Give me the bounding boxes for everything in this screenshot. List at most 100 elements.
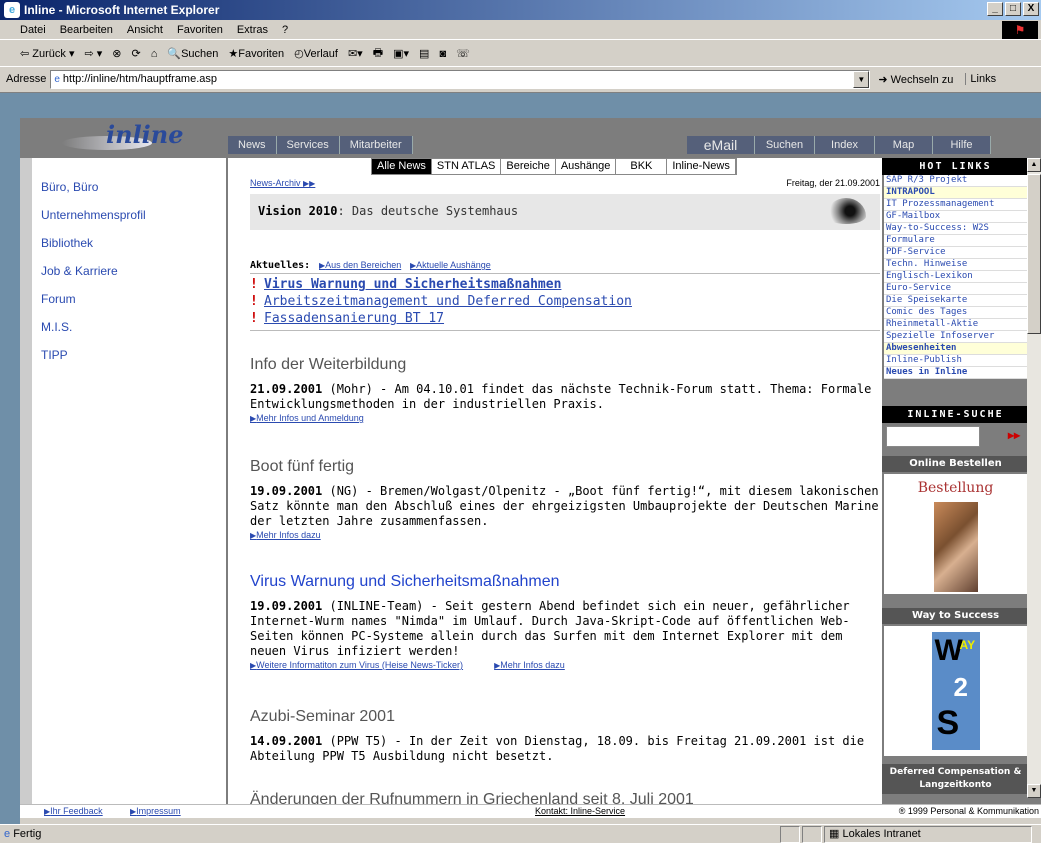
alert-link-virus[interactable]: ! Virus Warnung und Sicherheitsmaßnahmen — [250, 277, 561, 292]
tab-stn-atlas[interactable]: STN ATLAS — [431, 159, 502, 174]
address-dropdown-icon[interactable]: ▼ — [853, 70, 870, 88]
alert-link-fassade[interactable]: ! Fassadensanierung BT 17 — [250, 311, 444, 326]
hot-link[interactable]: Euro-Service — [884, 283, 1029, 295]
stop-icon[interactable]: ⊗ — [112, 47, 121, 60]
bestellung-promo[interactable]: Bestellung — [884, 474, 1027, 594]
menu-bar: Datei Bearbeiten Ansicht Favoriten Extra… — [0, 20, 1041, 40]
hot-link[interactable]: PDF-Service — [884, 247, 1029, 259]
nav-news[interactable]: News — [228, 136, 277, 154]
article-link[interactable]: ▶Mehr Infos dazu — [494, 660, 565, 670]
news-archiv-link[interactable]: News-Archiv ▶▶ — [250, 178, 315, 188]
menu-favoriten[interactable]: Favoriten — [177, 24, 223, 36]
hot-link[interactable]: Englisch-Lexikon — [884, 271, 1029, 283]
w2s-promo[interactable]: W 2 S AY — [884, 626, 1027, 756]
link-aus-den-bereichen[interactable]: ▶Aus den Bereichen — [319, 260, 401, 270]
nav-hilfe[interactable]: Hilfe — [933, 136, 991, 154]
hot-link[interactable]: GF-Mailbox — [884, 211, 1029, 223]
alert-link-arbeitszeit[interactable]: ! Arbeitszeitmanagement und Deferred Comp… — [250, 294, 632, 309]
menu-datei[interactable]: Datei — [20, 24, 46, 36]
impressum-link[interactable]: ▶Impressum — [130, 806, 181, 816]
menu-mis[interactable]: M.I.S. — [41, 320, 72, 334]
nav-map[interactable]: Map — [875, 136, 933, 154]
edit-icon[interactable]: ▣▾ — [393, 47, 409, 60]
tab-aushaenge[interactable]: Aushänge — [555, 159, 617, 174]
discuss-icon[interactable]: ▤ — [419, 47, 429, 60]
page-icon: e — [54, 73, 60, 85]
back-button[interactable]: ⇦ Zurück ▾ — [20, 47, 74, 60]
hot-link[interactable]: IT Prozessmanagement — [884, 199, 1029, 211]
search-button[interactable]: 🔍Suchen — [167, 47, 218, 60]
hot-link[interactable]: Spezielle Infoserver — [884, 331, 1029, 343]
refresh-icon[interactable]: ⟳ — [131, 47, 140, 60]
tab-inline-news[interactable]: Inline-News — [667, 159, 736, 174]
extra-icon[interactable]: ☏ — [456, 47, 470, 60]
vision-banner[interactable]: Vision 2010: Das deutsche Systemhaus — [250, 194, 880, 230]
print-icon[interactable]: 🖶 — [373, 44, 383, 63]
hot-link[interactable]: Die Speisekarte — [884, 295, 1029, 307]
hot-link[interactable]: Techn. Hinweise — [884, 259, 1029, 271]
menu-help[interactable]: ? — [282, 24, 288, 36]
menu-bearbeiten[interactable]: Bearbeiten — [60, 24, 113, 36]
mail-icon[interactable]: ✉▾ — [348, 47, 363, 60]
address-input[interactable]: e http://inline/htm/hauptframe.asp ▼ — [50, 69, 871, 89]
history-button[interactable]: ◴Verlauf — [294, 47, 338, 60]
menu-ansicht[interactable]: Ansicht — [127, 24, 163, 36]
hot-link[interactable]: Formulare — [884, 235, 1029, 247]
hot-links-scrollbar[interactable]: ▲ ▼ — [1027, 158, 1041, 798]
site-logo[interactable]: inline — [62, 120, 222, 154]
home-icon[interactable]: ⌂ — [151, 48, 158, 60]
minimize-button[interactable]: _ — [987, 2, 1003, 16]
search-go-icon[interactable]: ▸▸ — [1008, 428, 1020, 442]
nav-suchen[interactable]: Suchen — [755, 136, 815, 154]
deferred-header: Deferred Compensation & Langzeitkonto — [882, 764, 1029, 794]
menu-tipp[interactable]: TIPP — [41, 348, 68, 362]
tab-alle-news[interactable]: Alle News — [372, 159, 432, 174]
hot-link[interactable]: SAP R/3 Projekt — [884, 175, 1029, 187]
tab-bkk[interactable]: BKK — [616, 159, 668, 174]
forward-button[interactable]: ⇨ ▾ — [84, 47, 102, 60]
menu-unternehmensprofil[interactable]: Unternehmensprofil — [41, 208, 146, 222]
status-text: e Fertig — [4, 828, 42, 840]
menu-forum[interactable]: Forum — [41, 292, 76, 306]
favorites-button[interactable]: ★Favoriten — [228, 47, 284, 60]
hot-link[interactable]: INTRAPOOL — [884, 187, 1029, 199]
menu-bibliothek[interactable]: Bibliothek — [41, 236, 93, 250]
article: Virus Warnung und Sicherheitsmaßnahmen 1… — [250, 573, 880, 671]
nav-index[interactable]: Index — [815, 136, 875, 154]
contact-link[interactable]: Kontakt: Inline-Service — [535, 806, 625, 816]
feedback-link[interactable]: ▶Ihr Feedback — [44, 806, 103, 816]
tab-bereiche[interactable]: Bereiche — [501, 159, 556, 174]
hot-link[interactable]: Inline-Publish — [884, 355, 1029, 367]
maximize-button[interactable]: □ — [1005, 2, 1021, 16]
hot-links-header: HOT LINKS — [882, 158, 1029, 175]
article-link[interactable]: ▶Mehr Infos und Anmeldung — [250, 413, 364, 423]
scroll-down-icon[interactable]: ▼ — [1027, 784, 1041, 798]
hot-link[interactable]: Way-to-Success: W2S — [884, 223, 1029, 235]
go-button[interactable]: ➜ Wechseln zu — [878, 73, 953, 86]
hot-link[interactable]: Rheinmetall-Aktie — [884, 319, 1029, 331]
nav-services[interactable]: Services — [276, 136, 340, 154]
scroll-up-icon[interactable]: ▲ — [1027, 158, 1041, 172]
links-button[interactable]: Links — [965, 73, 996, 85]
article-title[interactable]: Virus Warnung und Sicherheitsmaßnahmen — [250, 573, 880, 591]
article-title[interactable]: Info der Weiterbildung — [250, 356, 880, 374]
menu-buero[interactable]: Büro, Büro — [41, 180, 98, 194]
article-link[interactable]: ▶Weitere Informatiton zum Virus (Heise N… — [250, 660, 463, 670]
messenger-icon[interactable]: ◙ — [439, 48, 446, 60]
scroll-thumb[interactable] — [1027, 174, 1041, 334]
link-aktuelle-aushaenge[interactable]: ▶Aktuelle Aushänge — [410, 260, 491, 270]
article-link[interactable]: ▶Mehr Infos dazu — [250, 530, 321, 540]
hot-link[interactable]: Neues in Inline — [884, 367, 1029, 379]
close-button[interactable]: X — [1023, 2, 1039, 16]
nav-email[interactable]: eMail — [687, 136, 755, 154]
hot-link[interactable]: Abwesenheiten — [884, 343, 1029, 355]
hot-link[interactable]: Comic des Tages — [884, 307, 1029, 319]
left-menu: Büro, Büro Unternehmensprofil Bibliothek… — [20, 158, 228, 818]
news-subnav: Alle News STN ATLAS Bereiche Aushänge BK… — [371, 158, 737, 175]
article-title[interactable]: Azubi-Seminar 2001 — [250, 708, 880, 726]
inline-search-input[interactable] — [886, 426, 980, 447]
article-title[interactable]: Boot fünf fertig — [250, 458, 880, 476]
menu-job-karriere[interactable]: Job & Karriere — [41, 264, 118, 278]
nav-mitarbeiter[interactable]: Mitarbeiter — [339, 136, 413, 154]
menu-extras[interactable]: Extras — [237, 24, 268, 36]
